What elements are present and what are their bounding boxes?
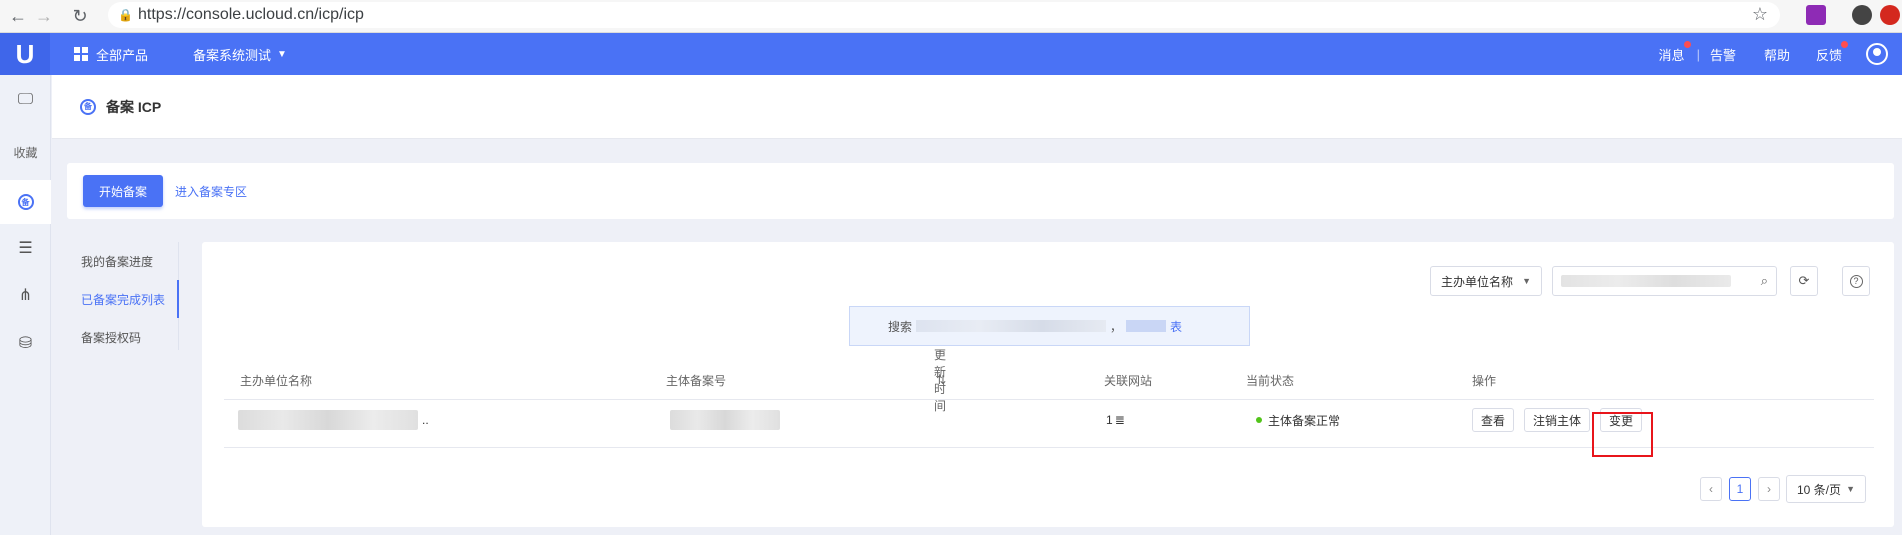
sidebar-item-network[interactable]: ⋔ — [0, 275, 51, 315]
sub-navigation: 我的备案进度 已备案完成列表 备案授权码 — [67, 242, 179, 350]
highlight-box — [1592, 412, 1653, 457]
action-bar: 开始备案 进入备案专区 — [67, 163, 1894, 219]
notice-prefix: 搜索 — [888, 319, 913, 334]
page-size-select[interactable]: 10 条/页 ▼ — [1786, 475, 1866, 503]
messages-link[interactable]: 消息 — [1659, 40, 1691, 64]
left-sidebar: 🖵 收藏 备 ☰ ⋔ ⛁ — [0, 75, 51, 535]
divider: | — [1696, 46, 1700, 62]
column-header-filing-number: 主体备案号 — [666, 373, 727, 388]
network-tree-icon: ⋔ — [18, 287, 33, 304]
reload-icon[interactable]: ↻ — [66, 2, 94, 30]
list-icon: ≣ — [1114, 413, 1125, 427]
chevron-down-icon: ▼ — [1522, 276, 1531, 286]
cell-filing-number — [670, 400, 780, 440]
redacted-company-name — [238, 410, 418, 430]
grid-icon — [74, 47, 88, 61]
sort-icon: ⇅ — [936, 373, 947, 387]
redacted-filing-number — [670, 410, 780, 430]
database-icon: ⛁ — [18, 335, 33, 352]
all-products-button[interactable]: 全部产品 — [74, 33, 148, 75]
sidebar-item-icp[interactable]: 备 — [0, 180, 51, 224]
url-text: https://console.ucloud.cn/icp/icp — [138, 6, 364, 23]
extension-icon[interactable] — [1806, 5, 1826, 25]
ucloud-logo[interactable]: U — [0, 33, 50, 75]
status-text: 主体备案正常 — [1268, 413, 1341, 428]
sidebar-item-database[interactable]: ⛁ — [0, 323, 51, 363]
refresh-button[interactable]: ⟳ — [1790, 266, 1818, 296]
help-button[interactable]: ? — [1842, 266, 1870, 296]
favorites-label: 收藏 — [13, 145, 38, 160]
prev-page-button[interactable]: ‹ — [1700, 477, 1722, 501]
column-header-status: 当前状态 — [1246, 373, 1295, 388]
subnav-item-completed-list[interactable]: 已备案完成列表 — [67, 280, 179, 318]
page-header: 备 备案 ICP — [52, 75, 1902, 139]
cell-sites[interactable]: 1 ≣ — [1106, 400, 1125, 440]
refresh-icon: ⟳ — [1798, 273, 1810, 288]
column-header-sites: 关联网站 — [1104, 373, 1153, 388]
page-size-value: 10 条/页 — [1797, 482, 1842, 497]
user-avatar-icon[interactable] — [1866, 43, 1888, 65]
lock-icon: 🔒 — [118, 8, 133, 22]
browser-toolbar: ← → ↻ 🔒 https://console.ucloud.cn/icp/ic… — [0, 0, 1902, 33]
start-filing-button[interactable]: 开始备案 — [83, 175, 164, 207]
notice-middle: ， — [1110, 319, 1123, 334]
help-circle-icon: ? — [1849, 274, 1863, 288]
help-link[interactable]: 帮助 — [1764, 45, 1790, 64]
sidebar-item-console[interactable]: 🖵 — [0, 80, 51, 120]
top-navigation: U 全部产品 备案系统测试 ▼ 消息 | 告警 帮助 反馈 — [0, 33, 1902, 75]
filter-value: 主办单位名称 — [1441, 274, 1514, 289]
page-number-current[interactable]: 1 — [1729, 477, 1751, 501]
sidebar-item-servers[interactable]: ☰ — [0, 228, 51, 268]
chevron-down-icon: ▼ — [1846, 484, 1855, 494]
notification-dot — [1683, 40, 1691, 48]
forward-icon[interactable]: → — [30, 2, 58, 30]
info-notice: 搜索 ， 表 — [849, 306, 1250, 346]
filter-select[interactable]: 主办单位名称 ▼ — [1430, 266, 1542, 296]
enter-zone-link[interactable]: 进入备案专区 — [175, 183, 247, 200]
notice-link-suffix[interactable]: 表 — [1170, 318, 1182, 335]
extension-red-icon[interactable] — [1880, 5, 1900, 25]
cell-status: 主体备案正常 — [1256, 400, 1340, 440]
profile-avatar-icon[interactable] — [1852, 5, 1872, 25]
notice-redacted-text — [916, 320, 1107, 332]
main-card: 主办单位名称 ▼ ⌕ ⟳ ? 搜索 ， 表 主办单位名称 主体备案号 更新时间 ⇅… — [202, 242, 1894, 527]
back-icon[interactable]: ← — [4, 2, 32, 30]
icp-icon: 备 — [80, 98, 96, 115]
column-header-company: 主办单位名称 — [240, 373, 313, 388]
chevron-down-icon: ▼ — [277, 48, 287, 60]
table-header: 主办单位名称 主体备案号 更新时间 ⇅ 关联网站 当前状态 操作 — [224, 348, 1874, 413]
alerts-link[interactable]: 告警 — [1710, 45, 1736, 64]
cell-company: .. — [238, 400, 429, 440]
server-stack-icon: ☰ — [18, 240, 33, 257]
feedback-link[interactable]: 反馈 — [1816, 40, 1848, 64]
subnav-item-progress[interactable]: 我的备案进度 — [67, 242, 178, 280]
subnav-item-auth-code[interactable]: 备案授权码 — [67, 318, 178, 356]
search-input[interactable]: ⌕ — [1552, 266, 1777, 296]
view-button[interactable]: 查看 — [1472, 408, 1515, 432]
search-input-value — [1561, 275, 1731, 287]
status-ok-dot — [1256, 417, 1262, 423]
bookmark-star-icon[interactable]: ☆ — [1752, 4, 1768, 25]
monitor-icon: 🖵 — [17, 91, 34, 108]
search-icon[interactable]: ⌕ — [1761, 273, 1768, 289]
project-selector[interactable]: 备案系统测试 ▼ — [193, 33, 287, 75]
icp-icon: 备 — [17, 194, 34, 210]
notice-redacted-link[interactable] — [1126, 320, 1167, 332]
notification-dot — [1841, 40, 1848, 48]
address-bar[interactable]: 🔒 https://console.ucloud.cn/icp/icp ☆ — [108, 2, 1780, 28]
column-header-actions: 操作 — [1472, 373, 1497, 388]
sidebar-item-favorites[interactable]: 收藏 — [0, 132, 51, 172]
project-label: 备案系统测试 — [193, 47, 272, 63]
deregister-button[interactable]: 注销主体 — [1524, 408, 1591, 432]
all-products-label: 全部产品 — [96, 47, 149, 63]
page-title: 备案 ICP — [106, 98, 162, 115]
next-page-button[interactable]: › — [1758, 477, 1780, 501]
